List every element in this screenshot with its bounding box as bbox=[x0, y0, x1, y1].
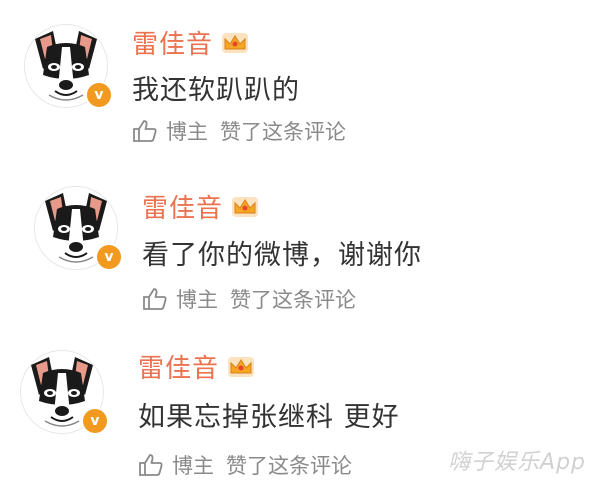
liked-comment-label: 赞了这条评论 bbox=[220, 120, 346, 144]
comment-text: 看了你的微博，谢谢你 bbox=[142, 240, 422, 271]
author-label: 博主 bbox=[176, 288, 218, 312]
crown-icon bbox=[228, 356, 255, 377]
comment-text: 如果忘掉张继科 更好 bbox=[138, 402, 400, 433]
verified-v-icon: v bbox=[81, 407, 109, 435]
author-label: 博主 bbox=[166, 120, 208, 144]
liked-comment-label: 赞了这条评论 bbox=[226, 454, 352, 478]
thumbs-up-icon[interactable] bbox=[142, 287, 168, 311]
like-notice: 博主 赞了这条评论 bbox=[142, 284, 356, 314]
username[interactable]: 雷佳音 bbox=[142, 188, 223, 225]
username[interactable]: 雷佳音 bbox=[132, 24, 213, 61]
verified-v-icon: v bbox=[85, 81, 113, 109]
like-notice: 博主 赞了这条评论 bbox=[132, 116, 346, 146]
like-notice: 博主 赞了这条评论 bbox=[138, 450, 352, 480]
avatar[interactable]: v bbox=[24, 24, 113, 109]
crown-icon bbox=[222, 32, 249, 53]
thumbs-up-icon[interactable] bbox=[132, 119, 158, 143]
thumbs-up-icon[interactable] bbox=[138, 453, 164, 477]
watermark: 嗨子娱乐App bbox=[448, 450, 586, 475]
crown-icon bbox=[232, 196, 259, 217]
username[interactable]: 雷佳音 bbox=[138, 348, 219, 385]
liked-comment-label: 赞了这条评论 bbox=[230, 288, 356, 312]
verified-v-icon: v bbox=[95, 243, 123, 271]
author-label: 博主 bbox=[172, 454, 214, 478]
avatar[interactable]: v bbox=[20, 350, 109, 435]
comment-text: 我还软趴趴的 bbox=[132, 75, 300, 106]
avatar[interactable]: v bbox=[34, 186, 123, 271]
